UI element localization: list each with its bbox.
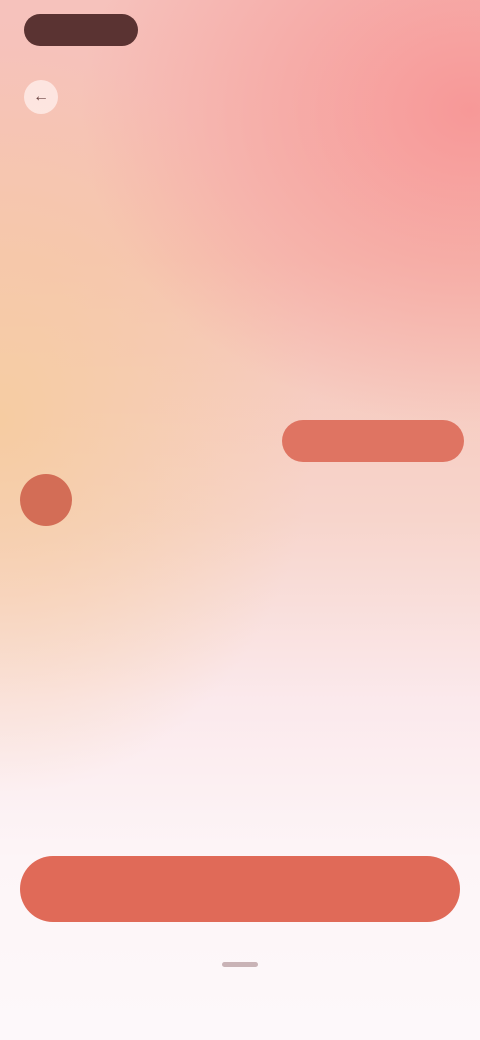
continue-button[interactable]: [20, 856, 460, 922]
app-logo: [24, 14, 138, 46]
calendar-month-grid: [14, 718, 466, 778]
calendar-day[interactable]: [143, 470, 208, 530]
calendar-day[interactable]: [14, 530, 79, 590]
calendar-day[interactable]: [401, 350, 466, 410]
calendar-day[interactable]: [272, 530, 337, 590]
calendar-day[interactable]: [14, 590, 79, 650]
calendar-month-grid: [14, 350, 466, 650]
calendar-day[interactable]: [143, 410, 208, 470]
calendar-day[interactable]: [337, 350, 402, 410]
calendar-day[interactable]: [208, 410, 273, 470]
calendar-day[interactable]: [79, 530, 144, 590]
calendar-day[interactable]: [79, 470, 144, 530]
calendar-day[interactable]: [143, 530, 208, 590]
calendar-day[interactable]: [401, 718, 466, 778]
calendar-day[interactable]: [79, 410, 144, 470]
home-indicator: [222, 962, 258, 967]
calendar-day[interactable]: [401, 470, 466, 530]
calendar-day[interactable]: [272, 350, 337, 410]
back-button[interactable]: ←: [24, 80, 58, 114]
calendar-day[interactable]: [337, 470, 402, 530]
back-row[interactable]: ←: [24, 80, 70, 114]
calendar-day[interactable]: [208, 530, 273, 590]
calendar-day[interactable]: [337, 718, 402, 778]
calendar-day[interactable]: [337, 530, 402, 590]
calendar-day[interactable]: [272, 470, 337, 530]
selected-day-marker: [20, 474, 73, 526]
arrow-left-icon: ←: [33, 88, 49, 105]
calendar-day[interactable]: [14, 410, 79, 470]
calendar-day[interactable]: [208, 470, 273, 530]
date-range-chip[interactable]: [282, 420, 464, 462]
top-action-link[interactable]: [350, 20, 442, 42]
calendar-day[interactable]: [143, 590, 208, 650]
calendar-day[interactable]: [401, 530, 466, 590]
calendar-day[interactable]: [208, 590, 273, 650]
calendar-day-selected[interactable]: [14, 470, 79, 530]
calendar-day[interactable]: [79, 590, 144, 650]
